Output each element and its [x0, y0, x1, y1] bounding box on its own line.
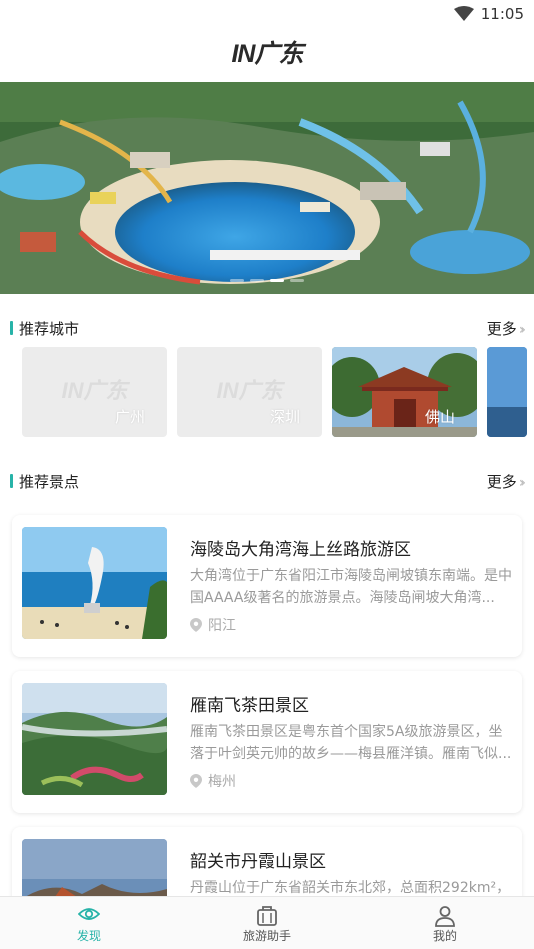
chevron-right-icon: ›› — [518, 475, 526, 491]
bottom-navigation: 发现 旅游助手 我的 — [0, 896, 534, 949]
spot-thumbnail — [22, 527, 167, 639]
cities-section-header: 推荐城市 更多 ›› — [0, 317, 534, 341]
city-placeholder-logo: IN广东 — [61, 378, 128, 403]
app-title: IN广东 — [231, 40, 303, 68]
city-name: 深圳 — [269, 408, 300, 426]
tab-mine[interactable]: 我的 — [356, 897, 534, 949]
tab-mine-label: 我的 — [432, 929, 457, 943]
city-card-partial[interactable] — [487, 347, 527, 437]
banner-carousel[interactable] — [0, 82, 534, 294]
user-icon — [435, 906, 455, 927]
location-pin-icon — [190, 774, 202, 788]
tab-travel-assistant[interactable]: 旅游助手 — [178, 897, 356, 949]
city-partial-image — [487, 347, 527, 437]
spot-card[interactable]: 雁南飞茶田景区 雁南飞茶田景区是粤东首个国家5A级旅游景区，坐落于叶剑英元帅的故… — [12, 671, 522, 813]
spots-more-label: 更多 — [486, 473, 517, 491]
spots-section-title: 推荐景点 — [19, 473, 80, 491]
section-accent-bar — [10, 321, 13, 335]
location-pin-icon — [190, 618, 202, 632]
spot-description: 雁南飞茶田景区是粤东首个国家5A级旅游景区，坐落于叶剑英元帅的故乡——梅县雁洋镇… — [190, 724, 512, 762]
spot-city: 梅州 — [208, 774, 236, 790]
suitcase-icon — [257, 906, 277, 926]
spot-title: 雁南飞茶田景区 — [190, 696, 309, 716]
city-name: 广州 — [114, 408, 145, 426]
spot-location: 阳江 — [190, 615, 236, 635]
section-accent-bar — [10, 474, 13, 488]
spot-city: 阳江 — [208, 618, 236, 634]
banner-image — [0, 82, 534, 294]
spot-description: 大角湾位于广东省阳江市海陵岛闸坡镇东南端。是中国AAAA级著名的旅游景点。海陵岛… — [190, 568, 512, 606]
tab-discover[interactable]: 发现 — [0, 897, 178, 949]
tab-travel-assistant-label: 旅游助手 — [242, 929, 291, 943]
cities-section-title: 推荐城市 — [19, 320, 80, 338]
eye-icon — [78, 908, 100, 920]
chevron-right-icon: ›› — [518, 322, 526, 338]
spot-thumbnail — [22, 683, 167, 795]
cities-more-button[interactable]: 更多 ›› — [486, 318, 526, 339]
spot-location: 梅州 — [190, 771, 236, 791]
cities-more-label: 更多 — [486, 320, 517, 338]
banner-dot[interactable] — [250, 279, 264, 282]
status-bar: 11:05 — [0, 0, 534, 30]
spots-section-header: 推荐景点 更多 ›› — [0, 470, 534, 494]
wifi-icon — [454, 6, 474, 21]
cities-carousel[interactable]: IN广东 广州 IN广东 深圳 佛山 — [0, 347, 534, 437]
banner-dot[interactable] — [290, 279, 304, 282]
spots-more-button[interactable]: 更多 ›› — [486, 471, 526, 492]
tab-discover-label: 发现 — [76, 929, 101, 943]
city-card-foshan[interactable]: 佛山 — [332, 347, 477, 437]
city-name: 佛山 — [424, 408, 455, 426]
banner-dot-active[interactable] — [270, 279, 284, 282]
banner-dot[interactable] — [230, 279, 244, 282]
status-time: 11:05 — [480, 5, 524, 23]
app-bar: IN广东 — [0, 30, 534, 82]
city-placeholder-logo: IN广东 — [216, 378, 283, 403]
city-card-guangzhou[interactable]: IN广东 广州 — [22, 347, 167, 437]
city-card-shenzhen[interactable]: IN广东 深圳 — [177, 347, 322, 437]
spot-title: 韶关市丹霞山景区 — [190, 852, 326, 872]
foshan-image — [332, 347, 477, 437]
spot-title: 海陵岛大角湾海上丝路旅游区 — [190, 540, 411, 560]
spot-card[interactable]: 海陵岛大角湾海上丝路旅游区 大角湾位于广东省阳江市海陵岛闸坡镇东南端。是中国AA… — [12, 515, 522, 657]
banner-indicator — [0, 279, 534, 282]
